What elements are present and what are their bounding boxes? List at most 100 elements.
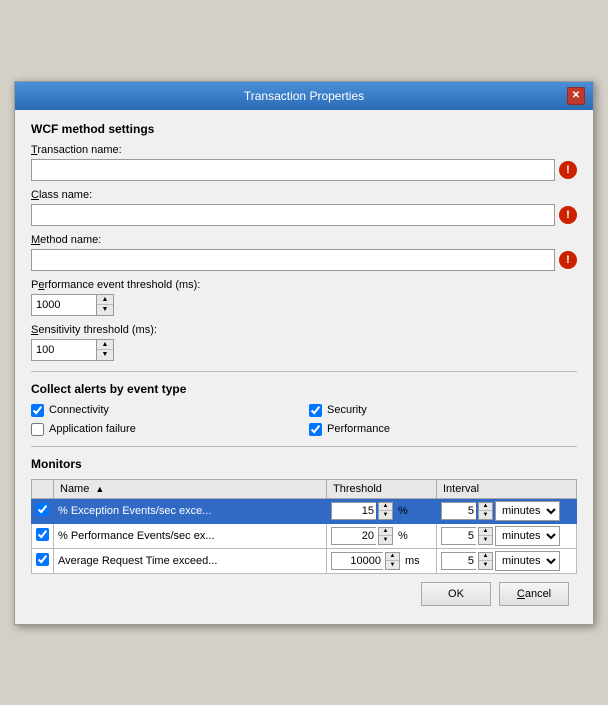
row1-checkbox-cell [32, 498, 54, 523]
connectivity-label: Connectivity [49, 404, 109, 416]
connectivity-checkbox[interactable] [31, 404, 44, 417]
row2-threshold-down-btn[interactable]: ▼ [379, 535, 392, 544]
title-bar: Transaction Properties ✕ [15, 82, 593, 110]
method-name-input[interactable] [31, 249, 555, 271]
transaction-properties-dialog: Transaction Properties ✕ WCF method sett… [14, 81, 594, 625]
row2-threshold-cell: ▲ ▼ % [327, 523, 437, 548]
row2-threshold-up-btn[interactable]: ▲ [379, 528, 392, 536]
row2-threshold-unit: % [398, 530, 408, 542]
row2-threshold-spinner: ▲ ▼ [378, 527, 393, 545]
monitors-table: Name ▲ Threshold Interval % Exception Ev… [31, 479, 577, 574]
sensitivity-threshold-down-button[interactable]: ▼ [97, 349, 113, 360]
security-checkbox-item: Security [309, 404, 577, 417]
row3-checkbox-cell [32, 548, 54, 573]
class-name-error-icon: ! [559, 206, 577, 224]
row2-interval-select[interactable]: minutes hours days [495, 526, 560, 546]
row3-interval-down-btn[interactable]: ▼ [479, 560, 492, 569]
monitors-section-title: Monitors [31, 457, 577, 471]
row2-interval-input[interactable] [441, 527, 476, 545]
row2-interval-down-btn[interactable]: ▼ [479, 535, 492, 544]
sensitivity-threshold-up-button[interactable]: ▲ [97, 340, 113, 350]
class-name-input[interactable] [31, 204, 555, 226]
th-interval: Interval [437, 479, 577, 498]
row3-threshold-spinner: ▲ ▼ [385, 552, 400, 570]
th-threshold: Threshold [327, 479, 437, 498]
row1-interval-input[interactable] [441, 502, 476, 520]
row1-interval-spinner: ▲ ▼ [478, 502, 493, 520]
wcf-section-title: WCF method settings [31, 122, 577, 136]
performance-checkbox[interactable] [309, 423, 322, 436]
cancel-button[interactable]: Cancel [499, 582, 569, 606]
row2-interval-cell: ▲ ▼ minutes hours days [437, 523, 577, 548]
row1-interval-cell: ▲ ▼ minutes hours days [437, 498, 577, 523]
row2-checkbox-cell [32, 523, 54, 548]
ok-button[interactable]: OK [421, 582, 491, 606]
divider-1 [31, 371, 577, 372]
perf-threshold-down-button[interactable]: ▼ [97, 304, 113, 315]
row3-interval-select[interactable]: minutes hours days [495, 551, 560, 571]
sensitivity-threshold-row: ▲ ▼ [31, 339, 577, 361]
row1-checkbox[interactable] [36, 503, 49, 516]
row3-interval-input[interactable] [441, 552, 476, 570]
perf-threshold-up-button[interactable]: ▲ [97, 295, 113, 305]
row1-threshold-unit: % [398, 505, 408, 517]
row3-checkbox[interactable] [36, 553, 49, 566]
alerts-checkboxes: Connectivity Security Application failur… [31, 404, 577, 436]
sensitivity-threshold-spinner: ▲ ▼ [96, 339, 114, 361]
row3-interval-up-btn[interactable]: ▲ [479, 553, 492, 561]
row1-threshold-spinner: ▲ ▼ [378, 502, 393, 520]
row3-threshold-input[interactable] [331, 552, 383, 570]
monitors-header-row: Name ▲ Threshold Interval [32, 479, 577, 498]
row1-threshold-down-btn[interactable]: ▼ [379, 510, 392, 519]
row1-threshold-up-btn[interactable]: ▲ [379, 503, 392, 511]
close-button[interactable]: ✕ [567, 87, 585, 105]
dialog-body: WCF method settings Transaction name: ! … [15, 110, 593, 624]
app-failure-checkbox-item: Application failure [31, 423, 299, 436]
security-checkbox[interactable] [309, 404, 322, 417]
method-name-label: Method name: [31, 234, 577, 246]
row1-threshold-input[interactable] [331, 502, 376, 520]
row2-threshold-input[interactable] [331, 527, 376, 545]
th-checkbox [32, 479, 54, 498]
app-failure-label: Application failure [49, 423, 136, 435]
transaction-name-label: Transaction name: [31, 144, 577, 156]
sensitivity-threshold-label: Sensitivity threshold (ms): [31, 324, 577, 336]
transaction-name-error-icon: ! [559, 161, 577, 179]
monitor-row: % Exception Events/sec exce... ▲ ▼ % [32, 498, 577, 523]
alerts-section-title: Collect alerts by event type [31, 382, 577, 396]
row3-threshold-down-btn[interactable]: ▼ [386, 560, 399, 569]
row3-name-cell: Average Request Time exceed... [54, 548, 327, 573]
buttons-row: OK Cancel [31, 574, 577, 614]
method-name-error-icon: ! [559, 251, 577, 269]
name-sort-icon: ▲ [95, 484, 104, 494]
security-label: Security [327, 404, 367, 416]
row1-interval-up-btn[interactable]: ▲ [479, 503, 492, 511]
row3-threshold-up-btn[interactable]: ▲ [386, 553, 399, 561]
row1-name-cell: % Exception Events/sec exce... [54, 498, 327, 523]
method-name-row: ! [31, 249, 577, 271]
perf-threshold-row: ▲ ▼ [31, 294, 577, 316]
performance-label: Performance [327, 423, 390, 435]
row2-interval-up-btn[interactable]: ▲ [479, 528, 492, 536]
perf-threshold-spinner: ▲ ▼ [96, 294, 114, 316]
row2-checkbox[interactable] [36, 528, 49, 541]
performance-checkbox-item: Performance [309, 423, 577, 436]
connectivity-checkbox-item: Connectivity [31, 404, 299, 417]
app-failure-checkbox[interactable] [31, 423, 44, 436]
monitor-row: Average Request Time exceed... ▲ ▼ ms [32, 548, 577, 573]
sensitivity-threshold-input[interactable] [31, 339, 96, 361]
row3-interval-spinner: ▲ ▼ [478, 552, 493, 570]
monitor-row: % Performance Events/sec ex... ▲ ▼ % [32, 523, 577, 548]
row3-threshold-unit: ms [405, 555, 420, 567]
class-name-label: Class name: [31, 189, 577, 201]
transaction-name-row: ! [31, 159, 577, 181]
transaction-name-input[interactable] [31, 159, 555, 181]
th-name[interactable]: Name ▲ [54, 479, 327, 498]
dialog-title: Transaction Properties [41, 89, 567, 103]
perf-threshold-input[interactable] [31, 294, 96, 316]
row1-interval-select[interactable]: minutes hours days [495, 501, 560, 521]
row2-interval-spinner: ▲ ▼ [478, 527, 493, 545]
row3-interval-cell: ▲ ▼ minutes hours days [437, 548, 577, 573]
row1-interval-down-btn[interactable]: ▼ [479, 510, 492, 519]
row3-threshold-cell: ▲ ▼ ms [327, 548, 437, 573]
